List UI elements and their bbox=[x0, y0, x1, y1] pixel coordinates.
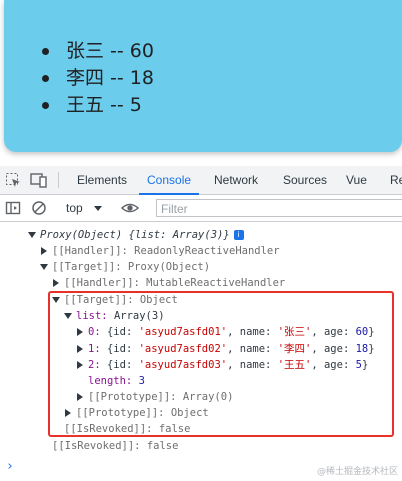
root-proxy-row[interactable]: Proxy(Object) {list: Array(3)} i bbox=[28, 227, 244, 243]
watermark: @稀土掘金技术社区 bbox=[316, 467, 398, 477]
devtools-tabbar: Elements Console Network Sources Vue Re bbox=[0, 166, 402, 195]
info-icon: i bbox=[233, 230, 244, 240]
app-preview-panel: 张三 -- 60 李四 -- 18 王五 -- 5 bbox=[4, 0, 402, 152]
console-toolbar: top Filter bbox=[0, 195, 402, 222]
tab-sources[interactable]: Sources bbox=[283, 166, 327, 194]
target-proxy-row[interactable]: [[Target]]: Proxy(Object) bbox=[40, 259, 210, 275]
context-select[interactable]: top bbox=[66, 198, 103, 218]
context-value: top bbox=[66, 201, 83, 215]
sidebar-toggle-icon[interactable] bbox=[4, 199, 22, 217]
device-toolbar-icon[interactable] bbox=[30, 171, 48, 189]
tab-elements[interactable]: Elements bbox=[77, 166, 127, 194]
list-item: 张三 -- 60 bbox=[42, 38, 154, 65]
divider bbox=[58, 172, 59, 188]
person-list: 张三 -- 60 李四 -- 18 王五 -- 5 bbox=[42, 38, 154, 119]
inspect-element-icon[interactable] bbox=[4, 171, 22, 189]
tab-console[interactable]: Console bbox=[138, 166, 200, 195]
handler-row[interactable]: [[Handler]]: ReadonlyReactiveHandler bbox=[40, 243, 280, 259]
console-prompt-icon[interactable]: › bbox=[6, 459, 14, 474]
filter-input[interactable]: Filter bbox=[156, 199, 402, 217]
list-item: 王五 -- 5 bbox=[42, 92, 154, 119]
chevron-down-icon bbox=[94, 206, 103, 212]
expand-triangle-icon[interactable] bbox=[28, 232, 36, 238]
tab-more[interactable]: Re bbox=[390, 166, 402, 194]
list-item: 李四 -- 18 bbox=[42, 65, 154, 92]
handler-row[interactable]: [[Handler]]: MutableReactiveHandler bbox=[52, 275, 285, 291]
highlight-box bbox=[48, 291, 394, 437]
tab-network[interactable]: Network bbox=[214, 166, 258, 194]
expand-triangle-icon[interactable] bbox=[40, 264, 48, 270]
isrevoked-outer-row: [[IsRevoked]]: false bbox=[52, 440, 179, 452]
expand-triangle-icon[interactable] bbox=[53, 279, 59, 287]
eye-icon[interactable] bbox=[121, 199, 139, 217]
clear-console-icon[interactable] bbox=[30, 199, 48, 217]
expand-triangle-icon[interactable] bbox=[41, 247, 47, 255]
tab-vue[interactable]: Vue bbox=[346, 166, 367, 194]
